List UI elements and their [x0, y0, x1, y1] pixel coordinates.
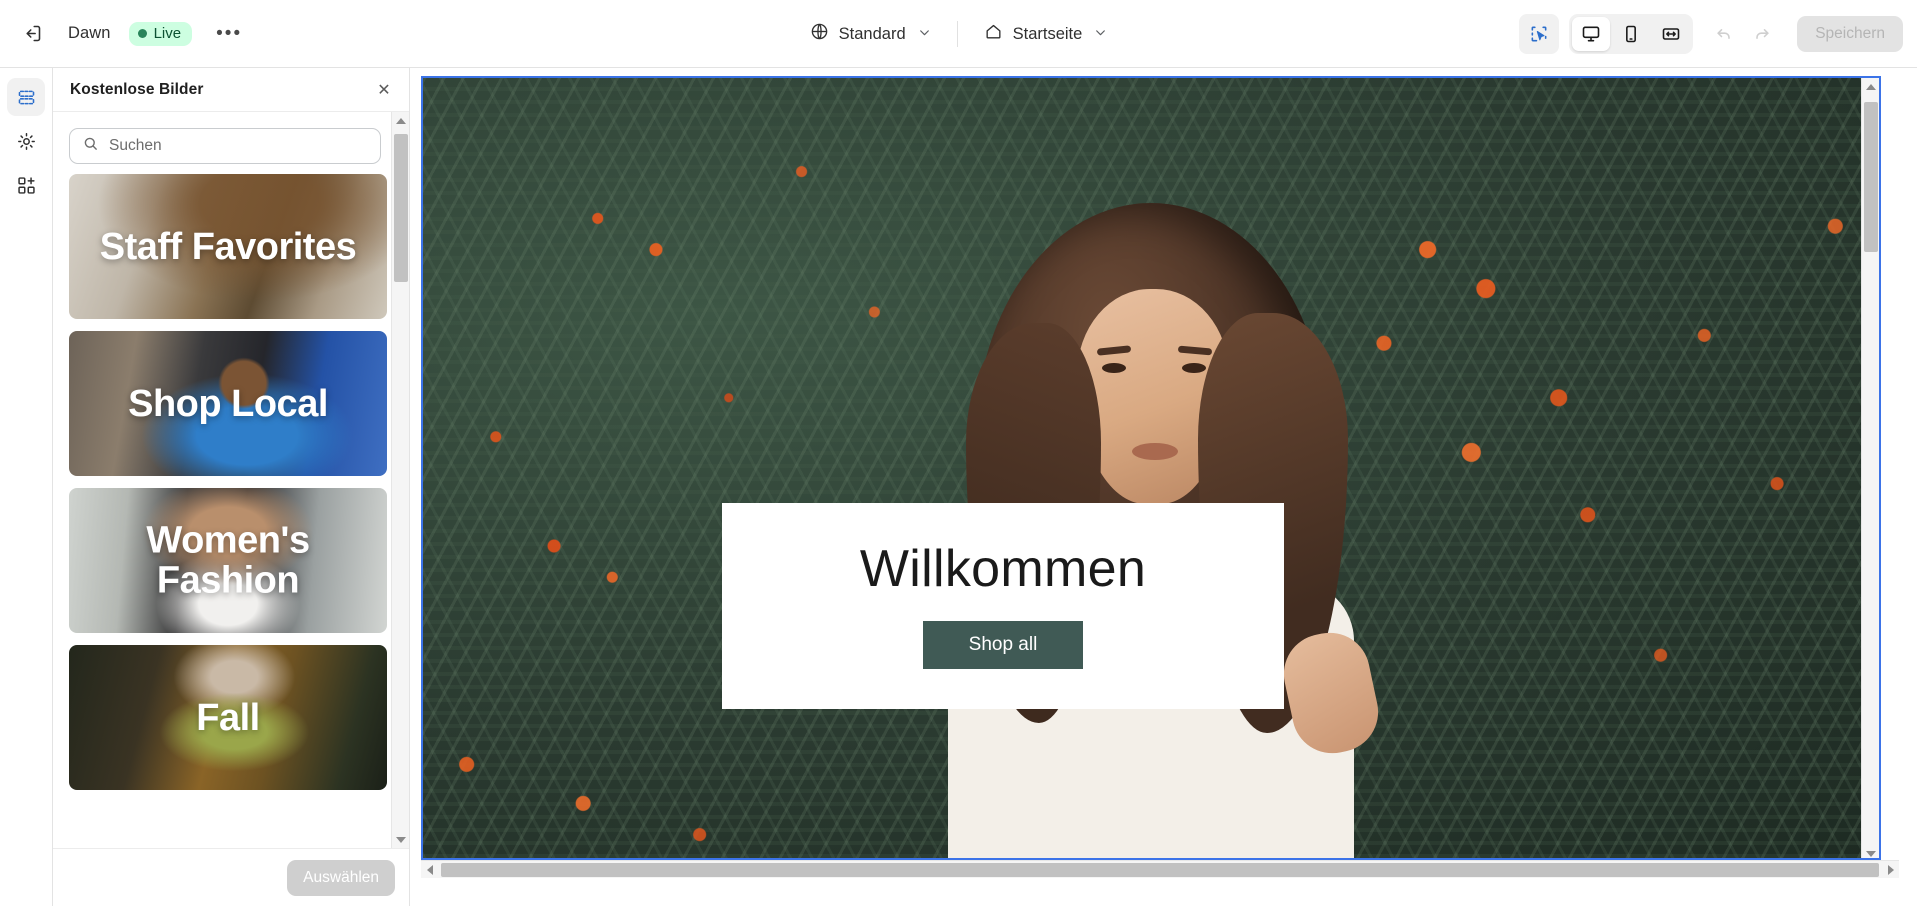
theme-preview-frame[interactable]: Willkommen Shop all — [421, 76, 1881, 860]
market-selector[interactable]: Standard — [798, 15, 943, 53]
panel-scrollbar[interactable] — [391, 112, 409, 848]
model-eye-left — [1102, 362, 1126, 373]
left-rail — [0, 68, 53, 906]
sections-icon[interactable] — [7, 78, 45, 116]
search-icon — [82, 135, 99, 157]
scrollbar-thumb[interactable] — [394, 134, 408, 282]
page-selector-label: Startseite — [1012, 24, 1083, 43]
apps-add-icon[interactable] — [7, 166, 45, 204]
desktop-icon[interactable] — [1572, 17, 1611, 51]
device-toggle-group — [1569, 14, 1694, 54]
search-box[interactable] — [69, 128, 381, 164]
status-badge: Live — [128, 21, 193, 46]
mobile-icon[interactable] — [1612, 17, 1650, 51]
divider — [956, 21, 958, 47]
close-icon[interactable]: ✕ — [371, 77, 397, 103]
hero-text-card[interactable]: Willkommen Shop all — [722, 503, 1284, 709]
home-icon — [984, 22, 1003, 46]
topbar-left-group: Dawn Live ••• — [0, 16, 246, 52]
free-images-panel: Kostenlose Bilder ✕ Staff Favorites Shop… — [53, 68, 410, 906]
list-item[interactable]: Staff Favorites — [69, 174, 387, 319]
scroll-up-arrow-icon[interactable] — [1862, 78, 1879, 95]
panel-body: Staff Favorites Shop Local Women's Fashi… — [53, 112, 409, 848]
search-wrapper — [53, 112, 409, 174]
scroll-down-arrow-icon[interactable] — [1862, 845, 1879, 858]
model-eye-right — [1182, 362, 1206, 373]
hero-heading: Willkommen — [859, 540, 1147, 598]
fullwidth-icon[interactable] — [1652, 17, 1690, 51]
history-group — [1707, 17, 1779, 51]
save-button[interactable]: Speichern — [1797, 16, 1903, 52]
live-label: Live — [153, 24, 182, 42]
search-input[interactable] — [109, 137, 368, 155]
panel-footer: Auswählen — [53, 848, 409, 906]
market-selector-label: Standard — [838, 24, 906, 43]
pointer-select-icon[interactable] — [1519, 14, 1560, 54]
top-bar: Dawn Live ••• Standard Startseite Speich… — [0, 0, 1917, 68]
hero-background-image — [423, 78, 1879, 858]
thumbnail-list: Staff Favorites Shop Local Women's Fashi… — [53, 174, 409, 790]
shop-all-button[interactable]: Shop all — [922, 621, 1084, 669]
chevron-down-icon — [918, 26, 931, 42]
scrollbar-thumb[interactable] — [1864, 102, 1878, 252]
page-selector[interactable]: Startseite — [972, 15, 1120, 53]
shop-name: Dawn — [68, 24, 111, 42]
gear-icon[interactable] — [7, 122, 45, 160]
undo-icon[interactable] — [1707, 17, 1741, 51]
canvas-vertical-scrollbar[interactable] — [1861, 78, 1879, 858]
more-actions-button[interactable]: ••• — [212, 17, 246, 51]
redo-icon[interactable] — [1745, 17, 1779, 51]
list-item[interactable]: Shop Local — [69, 331, 387, 476]
globe-icon — [810, 22, 829, 46]
scroll-right-arrow-icon[interactable] — [1882, 861, 1899, 879]
panel-title: Kostenlose Bilder — [70, 80, 204, 98]
live-dot-icon — [137, 28, 147, 38]
list-item[interactable]: Fall — [69, 645, 387, 790]
panel-header: Kostenlose Bilder ✕ — [53, 68, 409, 112]
scroll-left-arrow-icon[interactable] — [421, 861, 438, 879]
list-item-label: Fall — [196, 696, 260, 739]
scrollbar-thumb[interactable] — [441, 863, 1879, 877]
canvas-horizontal-scrollbar[interactable] — [421, 860, 1899, 878]
select-button[interactable]: Auswählen — [287, 859, 395, 896]
chevron-down-icon — [1094, 26, 1107, 42]
list-item-label: Women's Fashion — [146, 519, 310, 602]
preview-outer: Willkommen Shop all — [421, 76, 1899, 878]
canvas-area: Willkommen Shop all — [411, 68, 1917, 906]
model-lips — [1132, 442, 1178, 460]
scroll-down-arrow-icon[interactable] — [392, 831, 409, 848]
scroll-up-arrow-icon[interactable] — [392, 112, 409, 129]
list-item-label: Shop Local — [128, 382, 328, 425]
list-item[interactable]: Women's Fashion — [69, 488, 387, 633]
exit-icon[interactable] — [14, 16, 50, 52]
topbar-right-group: Speichern — [1519, 0, 1903, 68]
list-item-label: Staff Favorites — [99, 225, 357, 268]
